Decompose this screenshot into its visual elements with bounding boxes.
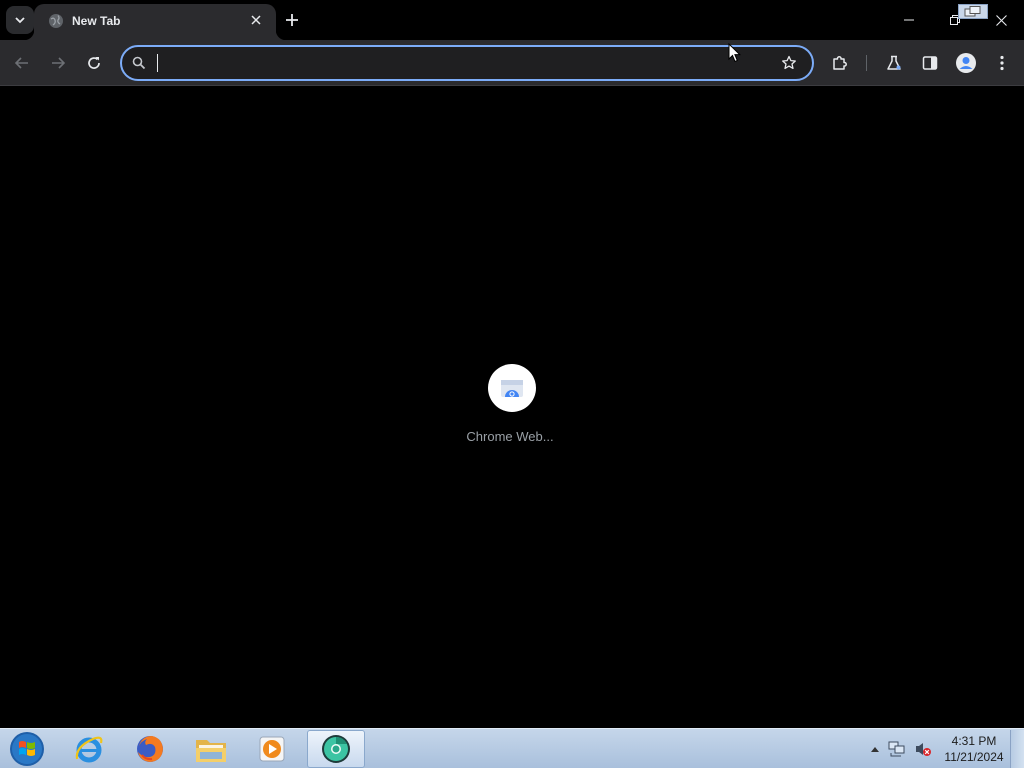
windows-start-icon	[10, 732, 44, 766]
tab-strip: New Tab	[0, 0, 1024, 40]
minimize-button[interactable]	[886, 0, 932, 40]
arrow-left-icon	[14, 57, 28, 69]
show-hidden-icons-button[interactable]	[866, 739, 884, 759]
globe-icon	[49, 14, 63, 28]
taskbar-clock[interactable]: 4:31 PM 11/21/2024	[940, 733, 1008, 765]
arrow-right-icon	[52, 57, 66, 69]
taskbar-app-firefox[interactable]	[121, 730, 179, 768]
back-button[interactable]	[8, 49, 36, 77]
text-caret	[157, 54, 158, 72]
minimize-icon	[904, 19, 914, 21]
side-panel-icon	[922, 56, 938, 70]
internet-explorer-icon	[75, 736, 103, 763]
media-player-icon	[259, 736, 285, 762]
taskbar-app-file-explorer[interactable]	[182, 730, 240, 768]
flask-icon	[887, 55, 901, 70]
taskbar-app-internet-explorer[interactable]	[60, 730, 118, 768]
close-icon	[251, 15, 261, 25]
browser-toolbar	[0, 40, 1024, 86]
page-content: Chrome Web...	[0, 87, 1024, 728]
taskbar-app-chrome[interactable]	[307, 730, 365, 768]
chrome-web-store-icon	[501, 380, 523, 397]
search-icon	[132, 56, 146, 70]
more-vertical-icon	[1000, 55, 1004, 71]
firefox-icon	[137, 736, 163, 762]
mouse-cursor-icon	[728, 43, 742, 63]
file-explorer-icon	[196, 740, 226, 762]
tray-volume[interactable]	[914, 739, 932, 759]
chrome-canary-icon	[322, 735, 350, 763]
profile-button[interactable]	[952, 49, 980, 77]
shortcut-label: Chrome Web...	[466, 429, 554, 444]
forward-button[interactable]	[44, 49, 72, 77]
chevron-down-icon	[15, 17, 25, 24]
show-desktop-button[interactable]	[1010, 730, 1024, 768]
tab-close-button[interactable]	[246, 10, 266, 30]
address-bar[interactable]	[120, 45, 814, 81]
reload-button[interactable]	[80, 49, 108, 77]
puzzle-icon	[833, 56, 847, 70]
tab-title: New Tab	[72, 14, 121, 28]
labs-button[interactable]	[880, 49, 908, 77]
new-tab-button[interactable]	[280, 8, 304, 32]
side-panel-button[interactable]	[916, 49, 944, 77]
volume-muted-icon	[916, 743, 931, 756]
reload-icon	[88, 57, 100, 69]
avatar-icon	[956, 53, 976, 73]
tab-new-tab[interactable]: New Tab	[24, 4, 286, 40]
chrome-web-store-thumbnail[interactable]	[488, 364, 536, 412]
star-icon	[782, 55, 796, 70]
clock-time: 4:31 PM	[951, 734, 997, 748]
network-icon	[888, 741, 905, 757]
address-input[interactable]	[156, 51, 756, 75]
close-icon	[995, 14, 1007, 26]
chevron-up-icon	[871, 747, 879, 752]
clock-date: 11/21/2024	[944, 750, 1004, 764]
toolbar-separator	[866, 55, 867, 71]
taskbar: 4:31 PM 11/21/2024	[0, 728, 1024, 768]
bookmark-button[interactable]	[779, 53, 799, 73]
close-window-button[interactable]	[978, 0, 1024, 40]
plus-icon	[286, 14, 298, 26]
tray-network[interactable]	[888, 739, 906, 759]
taskbar-app-media-player[interactable]	[243, 730, 301, 768]
extensions-button[interactable]	[826, 49, 854, 77]
start-button[interactable]	[7, 730, 47, 768]
menu-button[interactable]	[988, 49, 1016, 77]
